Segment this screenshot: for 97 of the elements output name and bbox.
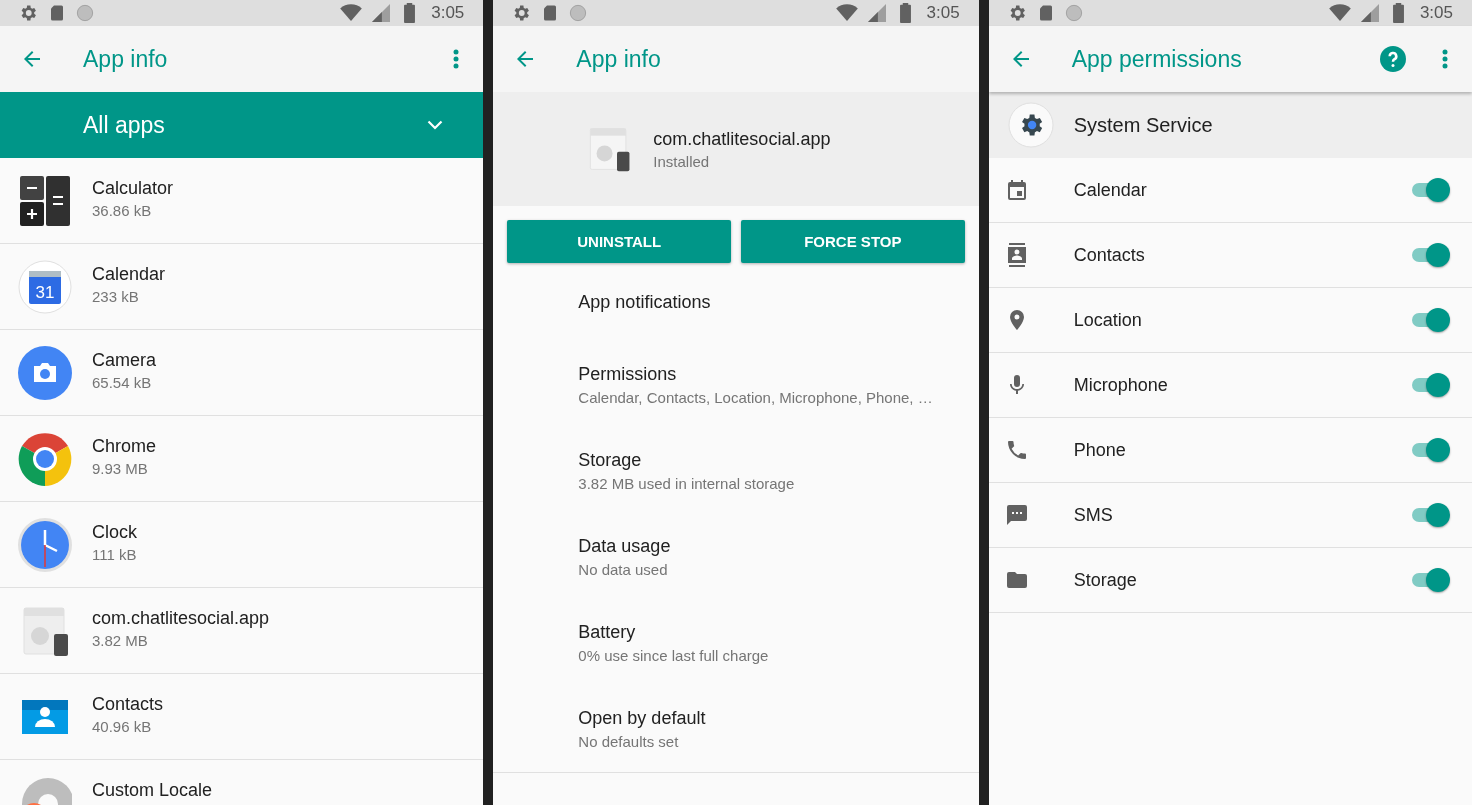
app-name: System Service (1073, 113, 1213, 137)
app-size: 3.82 MB (92, 631, 149, 649)
app-list-item[interactable]: Calculator 36.86 kB (0, 158, 484, 244)
permission-name: SMS (1073, 504, 1114, 526)
permission-name: Calendar (1073, 179, 1148, 201)
app-list-item[interactable]: Custom Locale (0, 760, 484, 805)
app-name: Contacts (92, 693, 164, 715)
app-size: 233 kB (92, 287, 140, 305)
app-size: 40.96 kB (92, 717, 153, 735)
app-list-item[interactable]: Clock 111 kB (0, 502, 484, 588)
app-name: Calendar (92, 263, 166, 285)
permission-row[interactable]: Storage (988, 548, 1472, 613)
clock-icon (18, 517, 72, 572)
settings-item[interactable]: App notifications (493, 263, 979, 342)
toggle-switch[interactable] (1410, 243, 1450, 267)
settings-item[interactable]: Open by default No defaults set (493, 686, 979, 772)
calculator-icon (18, 173, 72, 228)
permission-row[interactable]: Calendar (988, 158, 1472, 223)
app-size: 9.93 MB (92, 459, 149, 477)
status-time: 3:05 (926, 3, 960, 23)
item-title: Open by default (578, 708, 707, 729)
toggle-switch[interactable] (1410, 308, 1450, 332)
signal-icon (1360, 4, 1379, 22)
calendar-icon: 31 (18, 259, 72, 314)
app-name: Chrome (92, 435, 157, 457)
help-icon[interactable] (1380, 46, 1406, 72)
app-size: 111 kB (92, 545, 137, 563)
wifi-icon (340, 4, 363, 22)
app-size: 36.86 kB (92, 201, 153, 219)
permission-row[interactable]: SMS (988, 483, 1472, 548)
item-summary: 3.82 MB used in internal storage (578, 475, 796, 492)
more-menu-icon[interactable] (453, 49, 460, 69)
settings-item[interactable]: Permissions Calendar, Contacts, Location, Microphone, Phone, … (493, 342, 979, 428)
item-title: Storage (578, 450, 643, 471)
app-status: Installed (653, 152, 711, 170)
app-name: Camera (92, 349, 157, 371)
item-title: Data usage (578, 536, 672, 557)
item-title: Battery (578, 622, 637, 643)
app-name: Clock (92, 521, 137, 543)
camera-icon (18, 345, 72, 400)
message-icon (1004, 503, 1029, 527)
toolbar-title: App info (83, 45, 168, 73)
item-summary: 0% use since last full charge (578, 647, 770, 664)
permission-row[interactable]: Phone (988, 418, 1472, 483)
toggle-switch[interactable] (1410, 178, 1450, 202)
toggle-switch[interactable] (1410, 568, 1450, 592)
app-name: com.chatlitesocial.app (653, 128, 831, 150)
app-list-item[interactable]: com.chatlitesocial.app 3.82 MB (0, 588, 484, 674)
permission-row[interactable]: Location (988, 288, 1472, 353)
battery-icon (404, 3, 416, 23)
toggle-switch[interactable] (1410, 438, 1450, 462)
force-stop-button[interactable]: FORCE STOP (741, 220, 965, 263)
app-name: Custom Locale (92, 779, 213, 801)
permission-name: Location (1073, 309, 1143, 331)
app-name: com.chatlitesocial.app (92, 607, 270, 629)
item-summary: Calendar, Contacts, Location, Microphone, Phone, … (578, 389, 934, 406)
settings-item[interactable]: Storage 3.82 MB used in internal storage (493, 428, 979, 514)
app-name: Calculator (92, 177, 174, 199)
battery-icon (1392, 3, 1404, 23)
gear-icon (1007, 102, 1054, 148)
browser-logo-icon (18, 431, 72, 486)
item-title: Permissions (578, 364, 678, 385)
chevron-down-icon (427, 120, 444, 130)
permission-name: Microphone (1073, 374, 1169, 396)
status-time: 3:05 (431, 3, 465, 23)
circle-icon (76, 4, 94, 22)
permission-name: Phone (1073, 439, 1127, 461)
app-list-item[interactable]: Chrome 9.93 MB (0, 416, 484, 502)
sd-card-icon (48, 3, 66, 23)
item-summary: No defaults set (578, 733, 680, 750)
signal-icon (867, 4, 886, 22)
permission-name: Contacts (1073, 244, 1146, 266)
status-time: 3:05 (1419, 3, 1453, 23)
filter-dropdown[interactable]: All apps (0, 92, 484, 158)
more-menu-icon[interactable] (1442, 49, 1448, 69)
uninstall-button[interactable]: UNINSTALL (507, 220, 731, 263)
toggle-switch[interactable] (1410, 503, 1450, 527)
item-summary: No data used (578, 561, 669, 578)
permission-name: Storage (1073, 569, 1138, 591)
circle-icon (569, 4, 588, 22)
app-list-item[interactable]: Camera 65.54 kB (0, 330, 484, 416)
item-title: App notifications (578, 292, 712, 313)
wifi-icon (1328, 4, 1351, 22)
permission-row[interactable]: Microphone (988, 353, 1472, 418)
signal-icon (372, 4, 391, 22)
toolbar-title: App info (576, 45, 661, 73)
toggle-switch[interactable] (1410, 373, 1450, 397)
wifi-icon (835, 4, 858, 22)
settings-item[interactable]: Battery 0% use since last full charge (493, 600, 979, 686)
app-list-item[interactable]: Contacts 40.96 kB (0, 674, 484, 760)
app-list-item[interactable]: 31 Calendar 233 kB (0, 244, 484, 330)
settings-item[interactable]: Data usage No data used (493, 514, 979, 600)
battery-icon (899, 3, 911, 23)
app-size: 65.54 kB (92, 373, 153, 391)
permission-row[interactable]: Contacts (988, 223, 1472, 288)
toolbar-title: App permissions (1071, 45, 1242, 73)
circle-icon (1064, 4, 1083, 22)
